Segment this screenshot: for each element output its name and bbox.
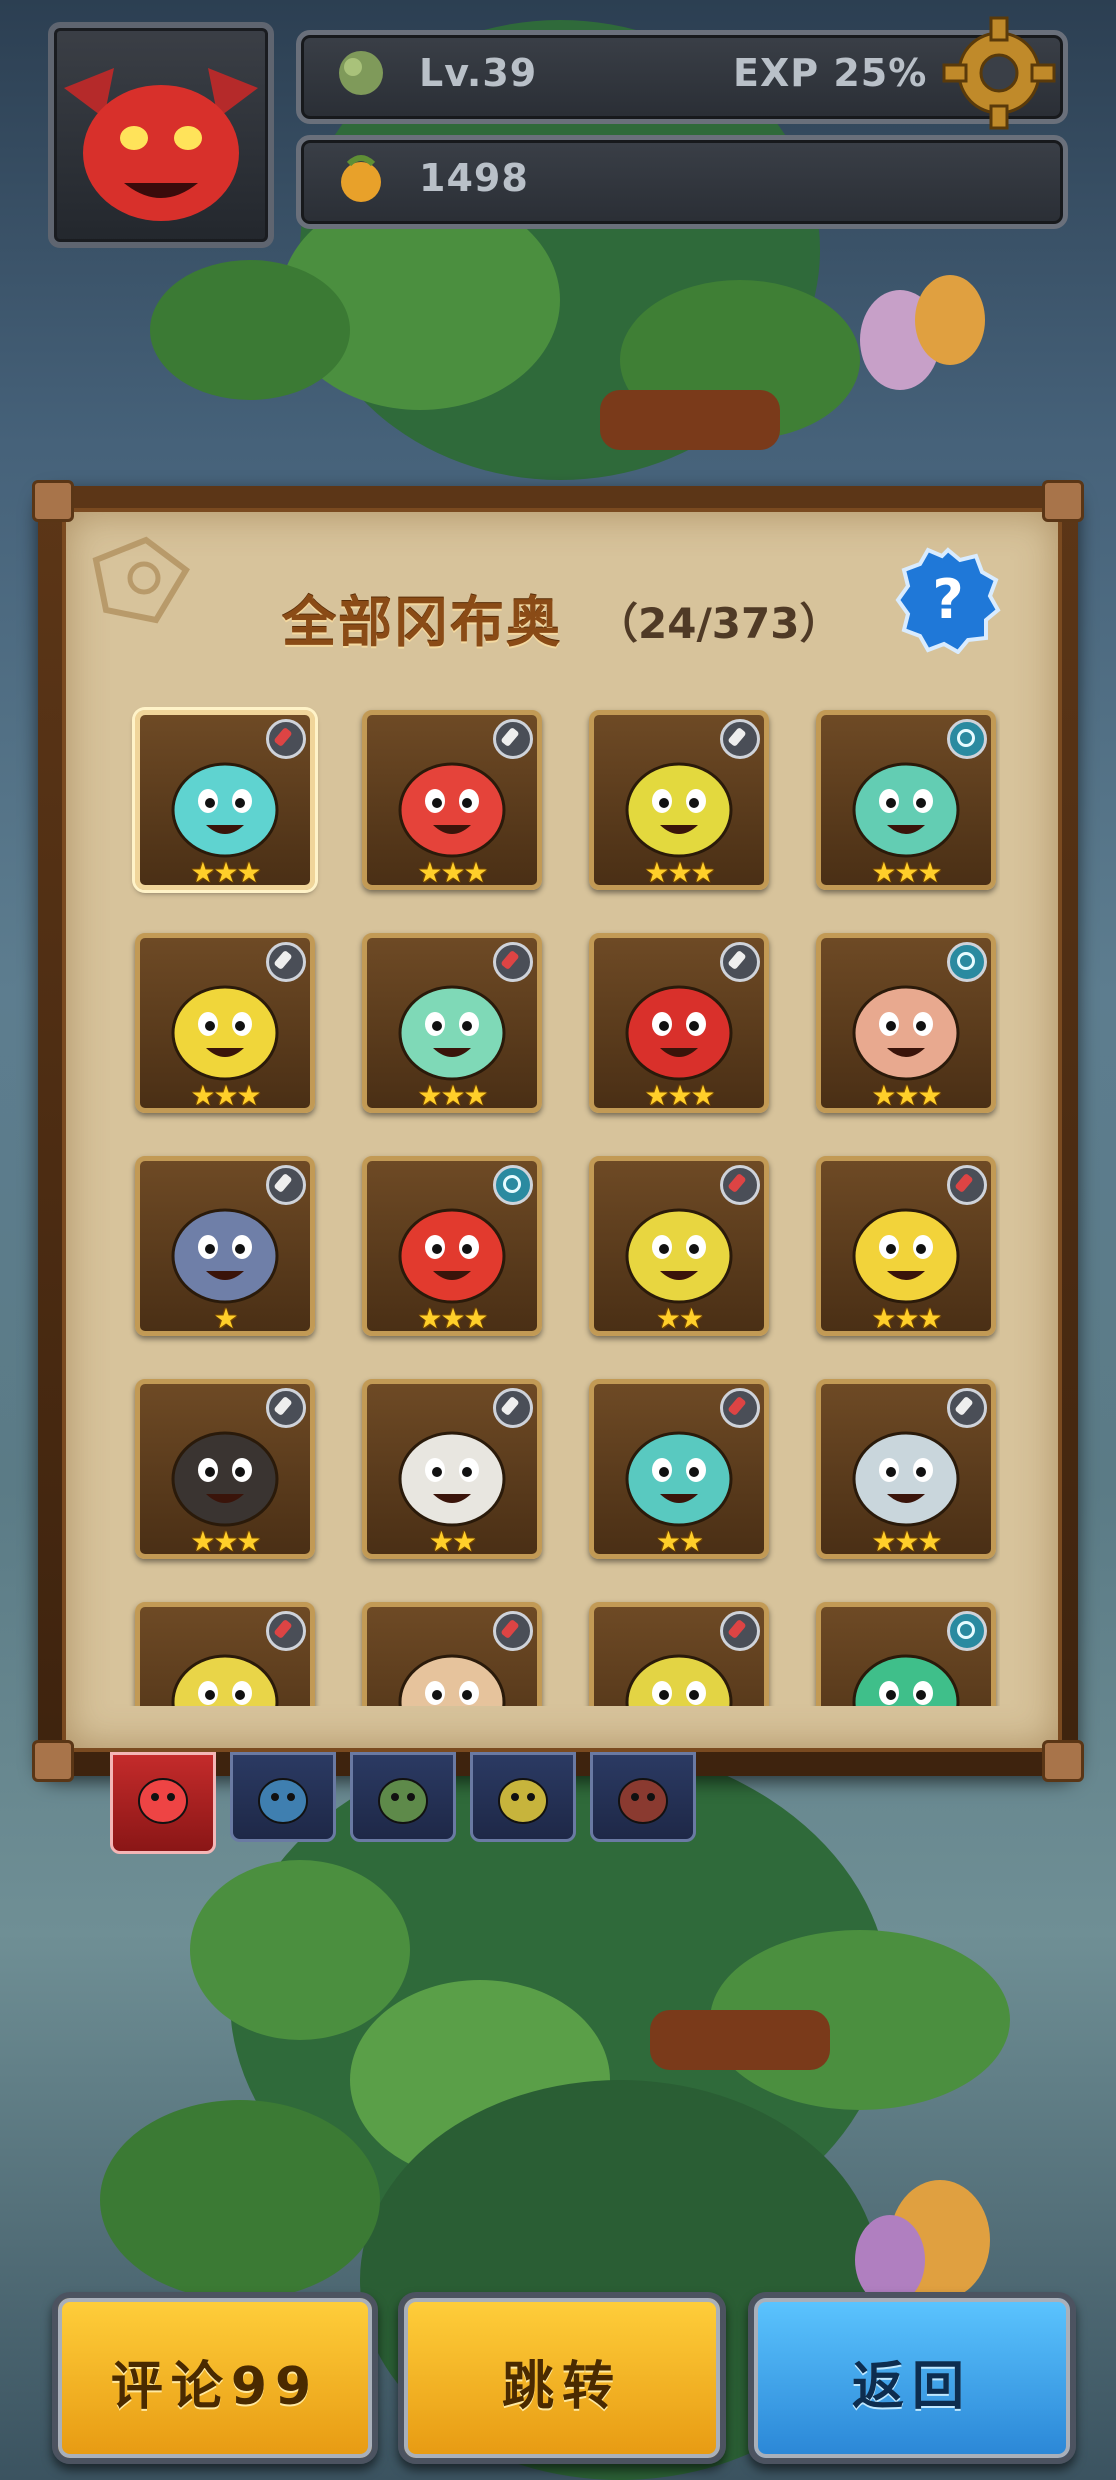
gumball-card[interactable]: ★★★ xyxy=(589,933,769,1113)
class-badge-icon xyxy=(947,942,987,982)
star-rating: ★★★ xyxy=(871,1079,942,1112)
gumball-card[interactable]: ★★★ xyxy=(362,1156,542,1336)
tab-gumball-icon xyxy=(258,1778,308,1824)
comment-button-label: 评论99 xyxy=(110,2357,320,2417)
gumball-card[interactable] xyxy=(589,1602,769,1706)
level-leaf-icon xyxy=(339,51,383,95)
comment-button[interactable]: 评论99 xyxy=(52,2292,378,2464)
panel-corner xyxy=(32,1740,74,1782)
class-badge-icon xyxy=(493,1611,533,1651)
gumball-card[interactable]: ★★★ xyxy=(816,1156,996,1336)
star-rating: ★★★ xyxy=(871,1302,942,1335)
help-button[interactable]: ? xyxy=(894,546,1002,654)
star-rating: ★★ xyxy=(655,1525,704,1558)
gumball-card[interactable]: ★★★ xyxy=(362,933,542,1113)
coin-bar: 1498 xyxy=(296,135,1068,229)
tab-gumball-icon xyxy=(498,1778,548,1824)
star-rating: ★★ xyxy=(655,1302,704,1335)
gumball-card[interactable]: ★★★ xyxy=(816,1379,996,1559)
star-rating: ★★★ xyxy=(644,1079,715,1112)
filter-tab-blue[interactable] xyxy=(230,1752,336,1842)
class-badge-icon xyxy=(266,1165,306,1205)
star-rating: ★★★ xyxy=(644,856,715,889)
class-badge-icon xyxy=(493,719,533,759)
star-rating: ★★ xyxy=(428,1525,477,1558)
class-badge-icon xyxy=(493,1388,533,1428)
gumball-card[interactable]: ★★★ xyxy=(362,710,542,890)
gumball-card[interactable]: ★★★ xyxy=(135,710,315,890)
back-button[interactable]: 返回 xyxy=(748,2292,1076,2464)
collection-title: 全部冈布奥 xyxy=(282,591,562,654)
gumball-card[interactable] xyxy=(362,1602,542,1706)
gumball-card[interactable]: ★★ xyxy=(589,1379,769,1559)
star-rating: ★★★ xyxy=(417,1079,488,1112)
class-badge-icon xyxy=(720,719,760,759)
filter-tab-all[interactable] xyxy=(110,1752,216,1854)
gumball-card[interactable]: ★★★ xyxy=(816,933,996,1113)
gumball-card[interactable] xyxy=(135,1602,315,1706)
class-badge-icon xyxy=(947,1388,987,1428)
panel-corner xyxy=(1042,480,1084,522)
star-rating: ★★★ xyxy=(190,1079,261,1112)
class-badge-icon xyxy=(266,719,306,759)
class-badge-icon xyxy=(720,1165,760,1205)
level-label: Lv.39 xyxy=(419,51,538,95)
star-rating: ★★★ xyxy=(190,856,261,889)
ornament-icon xyxy=(92,536,190,624)
star-rating: ★★★ xyxy=(190,1525,261,1558)
class-badge-icon xyxy=(720,942,760,982)
fruit-coin-icon xyxy=(341,155,381,202)
filter-tab-red[interactable] xyxy=(590,1752,696,1842)
tab-gumball-icon xyxy=(378,1778,428,1824)
back-button-label: 返回 xyxy=(851,2357,972,2417)
gumball-card[interactable] xyxy=(816,1602,996,1706)
gumball-grid: ★★★ ★★★ ★★★ ★★★ ★★★ ★★★ ★★★ ★★★ ★ ★★★ ★★ ★★★ ★★★ ★★ ★★… xyxy=(120,700,1000,1706)
gumball-card[interactable]: ★★ xyxy=(589,1156,769,1336)
filter-tab-yellow[interactable] xyxy=(470,1752,576,1842)
tab-gumball-icon xyxy=(618,1778,668,1824)
star-rating: ★★★ xyxy=(871,1525,942,1558)
settings-gear-icon[interactable] xyxy=(940,14,1058,132)
collection-count: （24/373） xyxy=(596,599,842,648)
class-badge-icon xyxy=(266,942,306,982)
exp-label: EXP 25% xyxy=(733,51,928,95)
gumball-card[interactable]: ★ xyxy=(135,1156,315,1336)
jump-button-label: 跳转 xyxy=(501,2357,622,2417)
class-badge-icon xyxy=(493,942,533,982)
panel-corner xyxy=(1042,1740,1084,1782)
gumball-card[interactable]: ★★ xyxy=(362,1379,542,1559)
class-badge-icon xyxy=(266,1611,306,1651)
coin-count: 1498 xyxy=(419,156,529,200)
class-badge-icon xyxy=(720,1388,760,1428)
class-badge-icon xyxy=(947,719,987,759)
filter-tab-green[interactable] xyxy=(350,1752,456,1842)
class-badge-icon xyxy=(720,1611,760,1651)
gumball-card[interactable]: ★★★ xyxy=(589,710,769,890)
star-rating: ★ xyxy=(213,1302,238,1335)
panel-corner xyxy=(32,480,74,522)
class-badge-icon xyxy=(493,1165,533,1205)
tab-gumball-icon xyxy=(138,1778,188,1824)
jump-button[interactable]: 跳转 xyxy=(398,2292,726,2464)
star-rating: ★★★ xyxy=(871,856,942,889)
gumball-card[interactable]: ★★★ xyxy=(135,1379,315,1559)
player-avatar[interactable] xyxy=(48,22,274,248)
gumball-card[interactable]: ★★★ xyxy=(816,710,996,890)
class-badge-icon xyxy=(947,1165,987,1205)
class-badge-icon xyxy=(947,1611,987,1651)
star-rating: ★★★ xyxy=(417,856,488,889)
class-badge-icon xyxy=(266,1388,306,1428)
red-dragon-avatar-icon xyxy=(64,68,258,221)
help-label: ? xyxy=(932,568,963,631)
star-rating: ★★★ xyxy=(417,1302,488,1335)
gumball-card[interactable]: ★★★ xyxy=(135,933,315,1113)
